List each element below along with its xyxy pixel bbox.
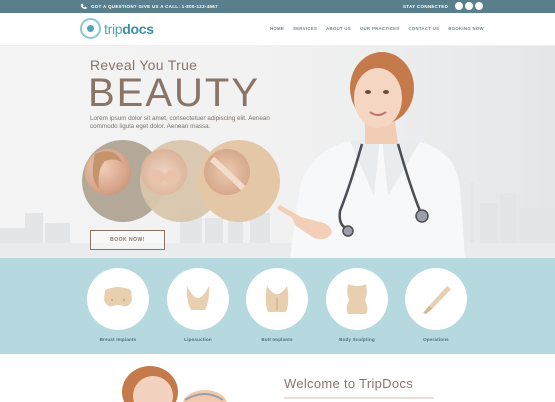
social-links [455,2,483,10]
twitter-icon[interactable] [465,2,473,10]
service-label: Liposuction [184,337,212,342]
body-photo-image [210,156,247,192]
service-butt-implants[interactable]: Butt Implants [245,268,309,342]
service-label: Body Sculpting [339,337,375,342]
hero-circles [82,140,302,225]
service-label: Operations [423,337,449,342]
butt-icon [265,286,289,312]
phone-icon [80,3,87,9]
logo[interactable]: tripdocs [80,18,154,39]
nav-contact-us[interactable]: CONTACT US [408,26,439,31]
welcome-divider [284,397,434,399]
body-photo [204,149,250,195]
hero-title: BEAUTY [88,71,261,115]
doctor-photo [277,52,465,258]
services-section: Breast Implants Liposuction Butt Implant… [0,258,555,354]
service-label: Butt Implants [261,337,293,342]
service-body-sculpting[interactable]: Body Sculpting [325,268,389,342]
face-photo-image [92,151,123,189]
logo-mark-icon [80,18,101,39]
top-bar: GOT A QUESTION? GIVE US A CALL: 1-800-12… [0,0,555,13]
contact-phone: GOT A QUESTION? GIVE US A CALL: 1-800-12… [80,3,218,10]
service-disc [326,268,388,330]
service-disc [167,268,229,330]
breast-icon [104,287,132,307]
logo-prefix: trip [104,20,123,37]
service-disc [87,268,149,330]
torso-icon [346,284,368,314]
welcome-title: Welcome to TripDocs [284,376,413,391]
nav-about-us[interactable]: ABOUT US [326,26,351,31]
nav-home[interactable]: HOME [270,26,284,31]
nav-booking-now[interactable]: BOOKING NOW [448,26,484,31]
book-now-button[interactable]: BOOK NOW! [90,230,165,250]
chest-photo-image [149,170,180,184]
hero-description: Lorem ipsum dolor sit amet, consectetuer… [90,115,270,130]
facebook-icon[interactable] [455,2,463,10]
main-nav: HOME SERVICES ABOUT US OUR PRACTICES CON… [270,26,484,31]
face-photo [85,149,131,195]
welcome-photo [122,366,227,402]
chest-photo [141,149,187,195]
nav-services[interactable]: SERVICES [293,26,317,31]
logo-suffix: docs [122,20,154,37]
service-disc [405,268,467,330]
service-liposuction[interactable]: Liposuction [166,268,230,342]
scalpel-icon [423,286,451,314]
stay-connected-label: STAY CONNECTED [403,4,449,9]
nav-our-practices[interactable]: OUR PRACTICES [360,26,399,31]
rss-icon[interactable] [475,2,483,10]
hero-section: Reveal You True BEAUTY Lorem ipsum dolor… [0,46,555,258]
service-operations[interactable]: Operations [404,268,468,342]
phone-text: GOT A QUESTION? GIVE US A CALL: 1-800-12… [91,4,218,9]
logo-text: tripdocs [104,21,154,37]
service-breast-implants[interactable]: Breast Implants [86,268,150,342]
welcome-section: Welcome to TripDocs [0,354,555,402]
site-header: tripdocs HOME SERVICES ABOUT US OUR PRAC… [0,13,555,46]
hips-icon [186,286,210,310]
service-disc [246,268,308,330]
service-label: Breast Implants [99,337,137,342]
